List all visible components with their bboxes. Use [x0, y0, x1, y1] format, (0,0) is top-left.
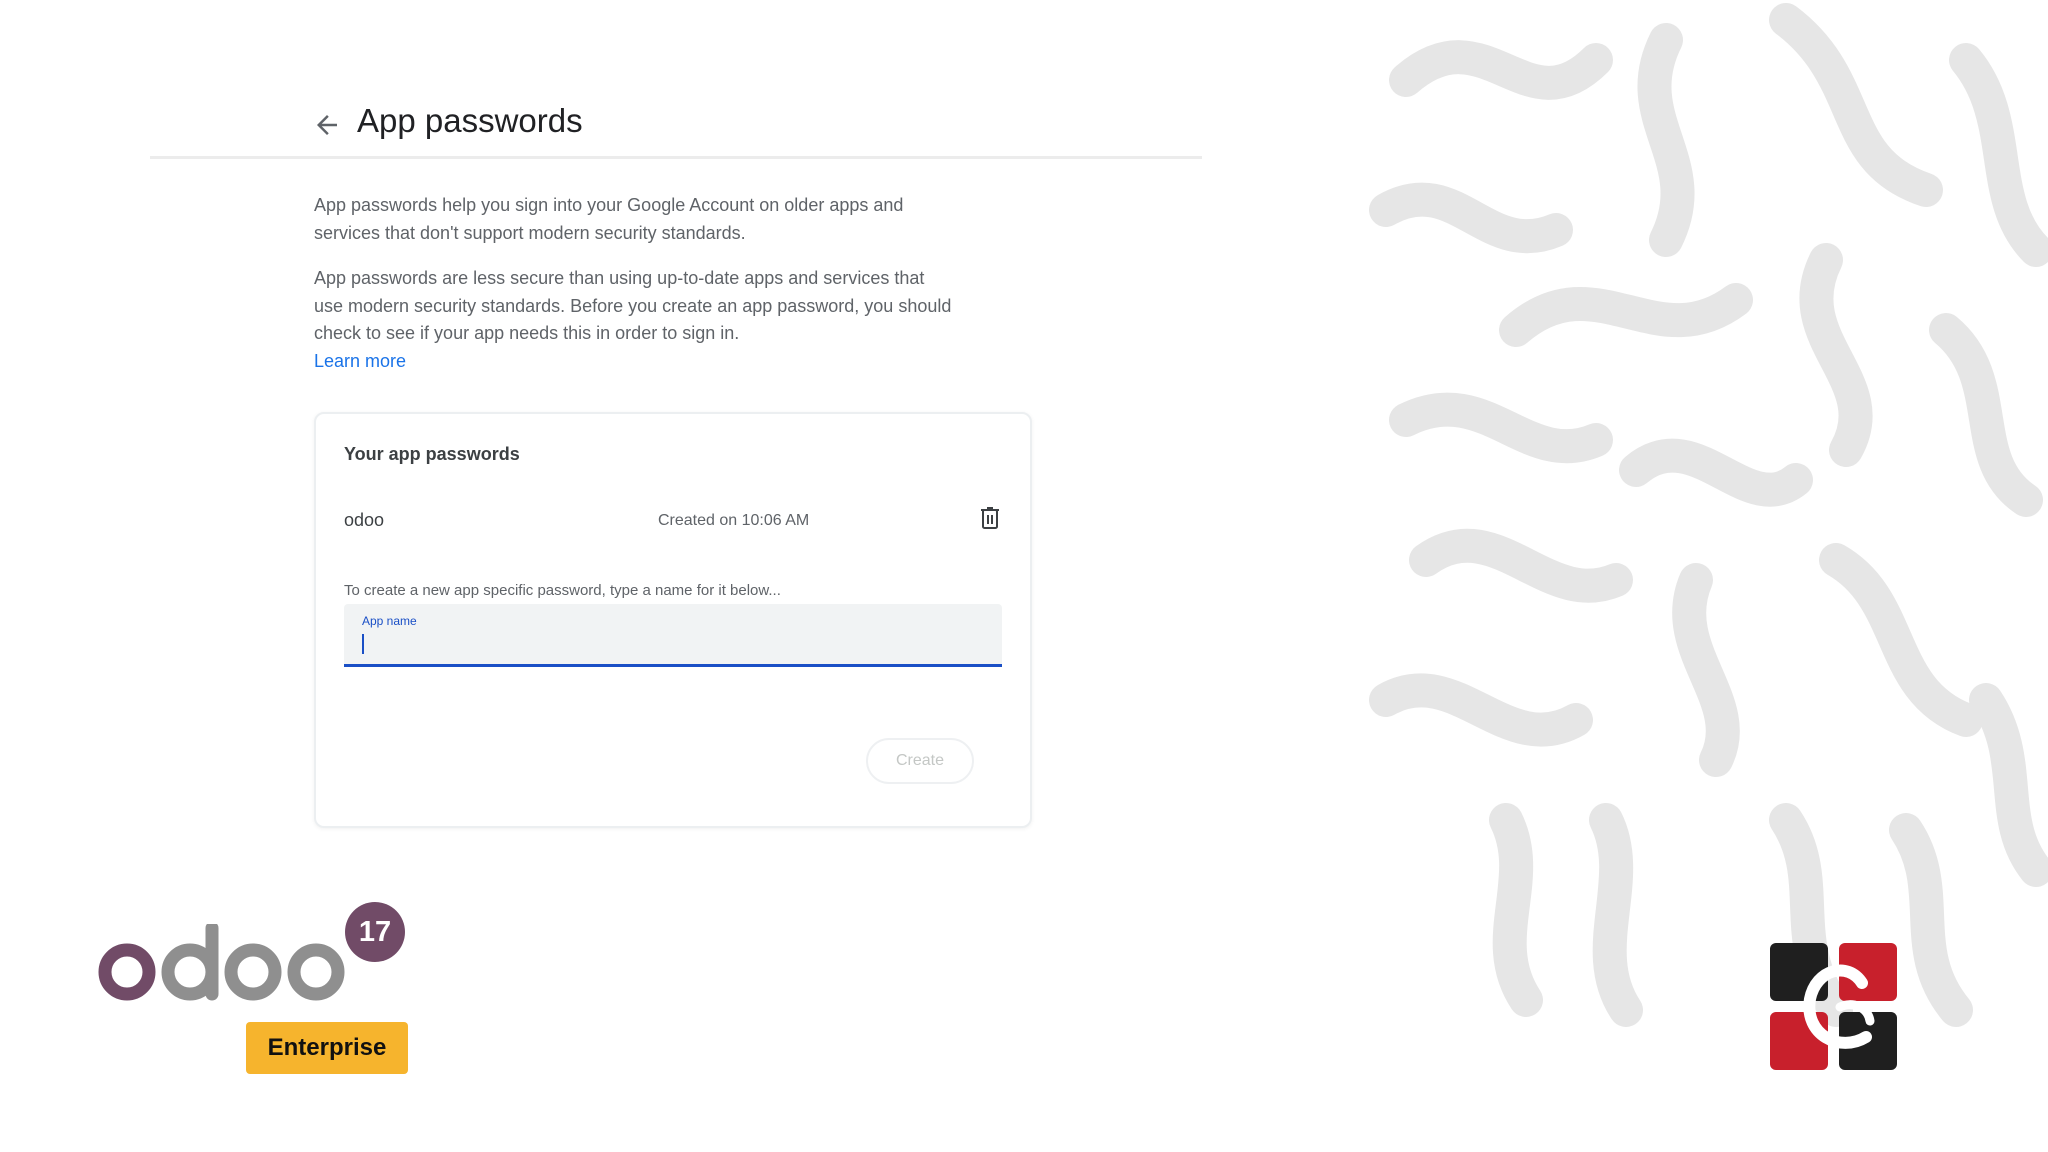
- app-name-label: App name: [362, 614, 417, 628]
- app-password-name: odoo: [344, 510, 385, 530]
- intro-text: App passwords help you sign into your Go…: [314, 192, 954, 393]
- arrow-left-icon[interactable]: [312, 110, 342, 140]
- intro-paragraph-2-text: App passwords are less secure than using…: [314, 268, 952, 343]
- create-button[interactable]: Create: [866, 738, 974, 784]
- app-name-field[interactable]: App name: [344, 604, 1002, 667]
- edition-badge: Enterprise: [246, 1022, 408, 1074]
- version-badge: 17: [345, 902, 405, 962]
- odoo-logo: 17 Enterprise: [92, 902, 412, 1074]
- learn-more-link[interactable]: Learn more: [314, 351, 406, 371]
- create-hint: To create a new app specific password, t…: [344, 582, 781, 599]
- app-password-created: Created on 10:06 AM: [658, 512, 810, 529]
- company-logo: [1770, 943, 1897, 1070]
- app-name-input[interactable]: [360, 632, 980, 656]
- odoo-wordmark-logo: [98, 924, 345, 1001]
- page-header: App passwords: [150, 88, 1202, 159]
- page-title: App passwords: [357, 102, 583, 139]
- trash-icon[interactable]: [980, 506, 1000, 530]
- intro-paragraph-2: App passwords are less secure than using…: [314, 265, 954, 375]
- app-passwords-card: Your app passwords odoo Created on 10:06…: [314, 412, 1032, 828]
- intro-paragraph-1: App passwords help you sign into your Go…: [314, 195, 904, 243]
- decorative-squiggle-pattern: [1366, 0, 2048, 1152]
- card-title: Your app passwords: [344, 444, 520, 464]
